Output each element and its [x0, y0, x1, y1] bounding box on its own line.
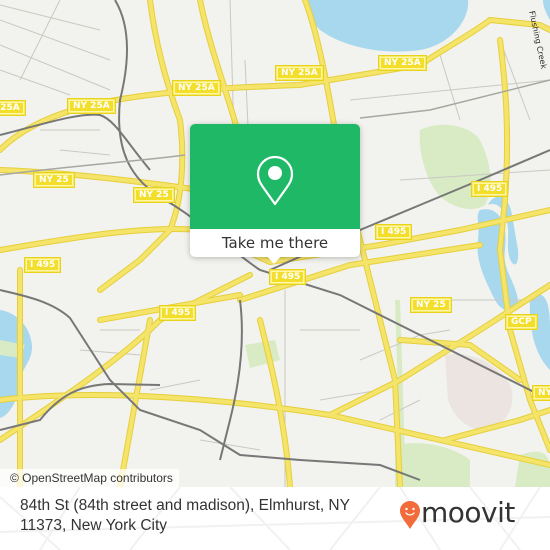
- map-attribution[interactable]: © OpenStreetMap contributors: [0, 469, 179, 487]
- route-shield: NY 25A: [275, 65, 324, 81]
- water-body: [529, 293, 550, 370]
- address-text: 84th St (84th street and madison), Elmhu…: [20, 497, 350, 534]
- moovit-wordmark: moovit: [421, 496, 515, 529]
- route-shield: I 495: [374, 224, 413, 240]
- park: [419, 124, 491, 210]
- route-shield: I 495: [470, 181, 509, 197]
- take-me-there-button[interactable]: Take me there: [190, 229, 360, 257]
- water-body: [305, 0, 469, 52]
- route-shield: NY 25: [532, 385, 550, 401]
- footer: 84th St (84th street and madison), Elmhu…: [0, 487, 550, 550]
- map-view[interactable]: NY 25A NY 25A NY 25A NY 25A NY 25A NY 25…: [0, 0, 550, 487]
- park: [245, 340, 280, 368]
- destination-popup[interactable]: Take me there: [190, 124, 360, 264]
- route-shield: I 495: [268, 269, 307, 285]
- route-shield: I 495: [23, 257, 62, 273]
- route-shield: NY 25A: [67, 98, 116, 114]
- location-pin-icon: [256, 155, 294, 206]
- popup-header: [190, 124, 360, 229]
- park: [395, 443, 470, 487]
- water-body: [543, 0, 550, 20]
- route-shield: NY 25A: [378, 55, 427, 71]
- route-shield: NY 25A: [0, 100, 26, 116]
- route-shield: NY 25: [133, 187, 175, 203]
- route-shield: NY 25: [33, 172, 75, 188]
- popup-pointer: [266, 255, 282, 264]
- route-shield: NY 25: [410, 297, 452, 313]
- route-shield: NY 25A: [172, 80, 221, 96]
- route-shield: GCP: [505, 314, 538, 330]
- moovit-pin-icon: [400, 501, 420, 529]
- route-shield: I 495: [158, 305, 197, 321]
